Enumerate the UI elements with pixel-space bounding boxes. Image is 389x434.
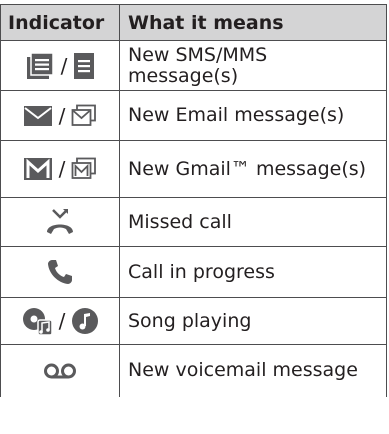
voicemail-icon: [43, 362, 77, 380]
indicator-table: Indicator What it means / New SMS/MMS me…: [0, 4, 387, 397]
call-in-progress-icon: [46, 258, 74, 286]
icon-separator: /: [58, 103, 66, 128]
indicator-cell: [0, 246, 120, 298]
icon-separator: /: [58, 157, 66, 181]
table-header-row: Indicator What it means: [0, 4, 387, 41]
header-what-it-means: What it means: [119, 4, 387, 41]
table-row: Call in progress: [0, 246, 387, 298]
gmail-small-icon: [71, 157, 97, 181]
meaning-cell: Missed call: [119, 197, 387, 247]
indicator-cell: [0, 197, 120, 247]
gmail-icon: [23, 157, 53, 181]
email-icon: [23, 105, 53, 127]
indicator-cell: /: [0, 297, 120, 345]
indicator-cell: [0, 344, 120, 397]
meaning-cell: Song playing: [119, 297, 387, 345]
missed-call-icon: [45, 208, 75, 236]
table-row: Missed call: [0, 197, 387, 247]
icon-separator: /: [58, 309, 66, 333]
meaning-cell: New Gmail™ message(s): [119, 140, 387, 198]
meaning-cell: Call in progress: [119, 246, 387, 298]
sms-small-icon: [73, 52, 95, 80]
indicator-cell: /: [0, 90, 120, 141]
indicator-table-container: Indicator What it means / New SMS/MMS me…: [0, 0, 389, 434]
email-small-icon: [71, 104, 97, 128]
indicator-cell: /: [0, 140, 120, 198]
icon-separator: /: [60, 53, 68, 78]
meaning-cell: New SMS/MMS message(s): [119, 40, 387, 91]
table-row: New voicemail message: [0, 344, 387, 397]
table-row: / New Gmail™ message(s): [0, 140, 387, 198]
sms-icon: [25, 51, 55, 81]
table-row: / New SMS/MMS message(s): [0, 40, 387, 91]
indicator-cell: /: [0, 40, 120, 91]
music-note-icon: [71, 307, 99, 335]
table-row: / Song playing: [0, 297, 387, 345]
table-row: / New Email message(s): [0, 90, 387, 141]
meaning-cell: New voicemail message: [119, 344, 387, 397]
header-indicator: Indicator: [0, 4, 120, 41]
song-playing-icon: [21, 306, 53, 336]
meaning-cell: New Email message(s): [119, 90, 387, 141]
